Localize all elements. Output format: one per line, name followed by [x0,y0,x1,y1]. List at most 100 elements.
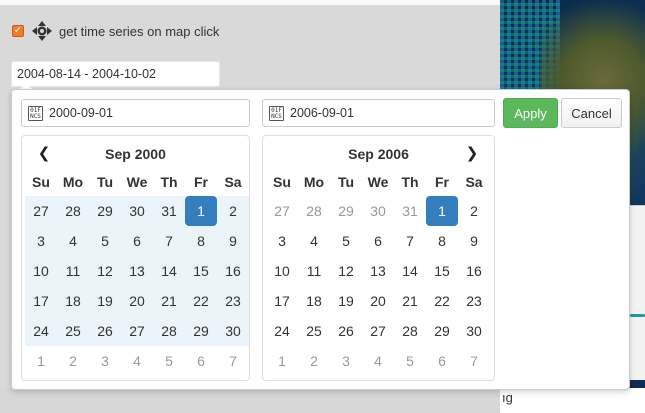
day-cell[interactable]: 8 [426,226,458,256]
day-cell[interactable]: 9 [217,226,249,256]
day-cell[interactable]: 25 [57,316,89,346]
timeseries-label: get time series on map click [59,23,220,39]
start-date-field[interactable]: 01F NCS 2000-09-01 [21,99,250,127]
day-cell[interactable]: 26 [89,316,121,346]
day-cell[interactable]: 3 [25,226,57,256]
day-cell[interactable]: 18 [57,286,89,316]
day-cell[interactable]: 21 [394,286,426,316]
day-cell[interactable]: 5 [153,346,185,376]
day-cell[interactable]: 20 [121,286,153,316]
day-cell[interactable]: 28 [394,316,426,346]
day-cell[interactable]: 2 [57,346,89,376]
weekday-header: Mo [303,174,325,190]
day-cell[interactable]: 12 [330,256,362,286]
day-cell[interactable]: 5 [330,226,362,256]
day-cell[interactable]: 8 [185,226,217,256]
day-cell[interactable]: 31 [394,196,426,226]
day-cell[interactable]: 3 [266,226,298,256]
day-cell[interactable]: 29 [185,316,217,346]
day-cell-selected[interactable]: 1 [185,196,217,226]
day-cell[interactable]: 21 [153,286,185,316]
day-cell[interactable]: 3 [330,346,362,376]
day-cell[interactable]: 23 [217,286,249,316]
day-cell[interactable]: 27 [121,316,153,346]
day-cell[interactable]: 30 [121,196,153,226]
day-cell[interactable]: 9 [458,226,490,256]
day-cell[interactable]: 29 [89,196,121,226]
day-cell[interactable]: 4 [121,346,153,376]
day-cell[interactable]: 24 [25,316,57,346]
day-cell[interactable]: 11 [298,256,330,286]
day-cell[interactable]: 12 [89,256,121,286]
day-cell[interactable]: 1 [25,346,57,376]
day-cell[interactable]: 27 [362,316,394,346]
day-cell[interactable]: 16 [217,256,249,286]
end-date-field[interactable]: 01F NCS 2006-09-01 [262,99,495,127]
day-cell[interactable]: 14 [153,256,185,286]
day-cell[interactable]: 3 [89,346,121,376]
day-cell[interactable]: 5 [394,346,426,376]
day-cell[interactable]: 7 [394,226,426,256]
day-cell[interactable]: 2 [458,196,490,226]
day-cell[interactable]: 10 [25,256,57,286]
day-cell[interactable]: 29 [426,316,458,346]
day-cell[interactable]: 2 [298,346,330,376]
day-cell[interactable]: 31 [153,196,185,226]
day-cell[interactable]: 10 [266,256,298,286]
bottom-strip [0,388,500,413]
day-cell[interactable]: 30 [362,196,394,226]
day-cell[interactable]: 29 [330,196,362,226]
day-cell[interactable]: 20 [362,286,394,316]
day-cell[interactable]: 14 [394,256,426,286]
day-cell[interactable]: 13 [121,256,153,286]
day-cell[interactable]: 2 [217,196,249,226]
day-cell[interactable]: 17 [266,286,298,316]
day-cell[interactable]: 18 [298,286,330,316]
day-cell[interactable]: 6 [121,226,153,256]
day-cell[interactable]: 27 [266,196,298,226]
day-cell[interactable]: 6 [426,346,458,376]
day-cell[interactable]: 25 [298,316,330,346]
day-cell[interactable]: 11 [57,256,89,286]
day-cell[interactable]: 15 [426,256,458,286]
start-date-value: 2000-09-01 [49,106,113,120]
day-cell[interactable]: 1 [266,346,298,376]
day-cell[interactable]: 19 [330,286,362,316]
apply-button[interactable]: Apply [503,98,558,128]
day-cell[interactable]: 15 [185,256,217,286]
day-cell[interactable]: 6 [362,226,394,256]
timeseries-checkbox[interactable]: ✓ [12,25,24,37]
day-cell[interactable]: 28 [153,316,185,346]
day-cell[interactable]: 7 [458,346,490,376]
next-month-icon[interactable]: ❯ [464,146,480,162]
month-title: Sep 2000 [105,146,166,162]
day-cell[interactable]: 19 [89,286,121,316]
day-cell[interactable]: 16 [458,256,490,286]
day-cell[interactable]: 4 [298,226,330,256]
day-cell[interactable]: 24 [266,316,298,346]
day-cell[interactable]: 5 [89,226,121,256]
day-cell[interactable]: 28 [57,196,89,226]
day-cell-selected[interactable]: 1 [426,196,458,226]
day-cell[interactable]: 30 [217,316,249,346]
day-cell[interactable]: 17 [25,286,57,316]
day-cell[interactable]: 4 [57,226,89,256]
day-cell[interactable]: 23 [458,286,490,316]
day-cell[interactable]: 22 [426,286,458,316]
day-cell[interactable]: 6 [185,346,217,376]
series-line [630,314,645,317]
day-cell[interactable]: 28 [298,196,330,226]
day-cell[interactable]: 30 [458,316,490,346]
cancel-button[interactable]: Cancel [561,98,622,128]
day-cell[interactable]: 27 [25,196,57,226]
date-range-input[interactable]: 2004-08-14 - 2004-10-02 [11,61,220,87]
day-cell[interactable]: 7 [217,346,249,376]
weekday-header: We [126,174,148,190]
day-cell[interactable]: 7 [153,226,185,256]
move-icon[interactable] [32,21,52,41]
day-grid: Su Mo Tu We Th Fr Sa 27 28 29 30 31 1 2 3 4 5 6 7 8 9 10 11 12 1… [266,174,490,376]
day-cell[interactable]: 26 [330,316,362,346]
day-cell[interactable]: 22 [185,286,217,316]
day-cell[interactable]: 4 [362,346,394,376]
day-cell[interactable]: 13 [362,256,394,286]
